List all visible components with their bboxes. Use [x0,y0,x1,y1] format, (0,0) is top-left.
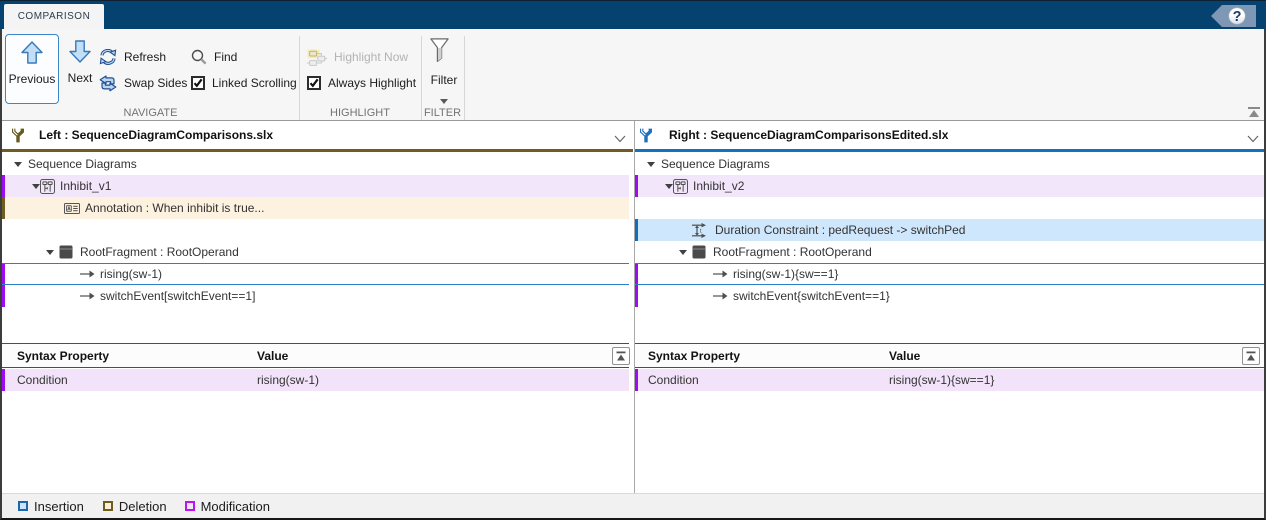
svg-text:?: ? [1233,9,1242,25]
